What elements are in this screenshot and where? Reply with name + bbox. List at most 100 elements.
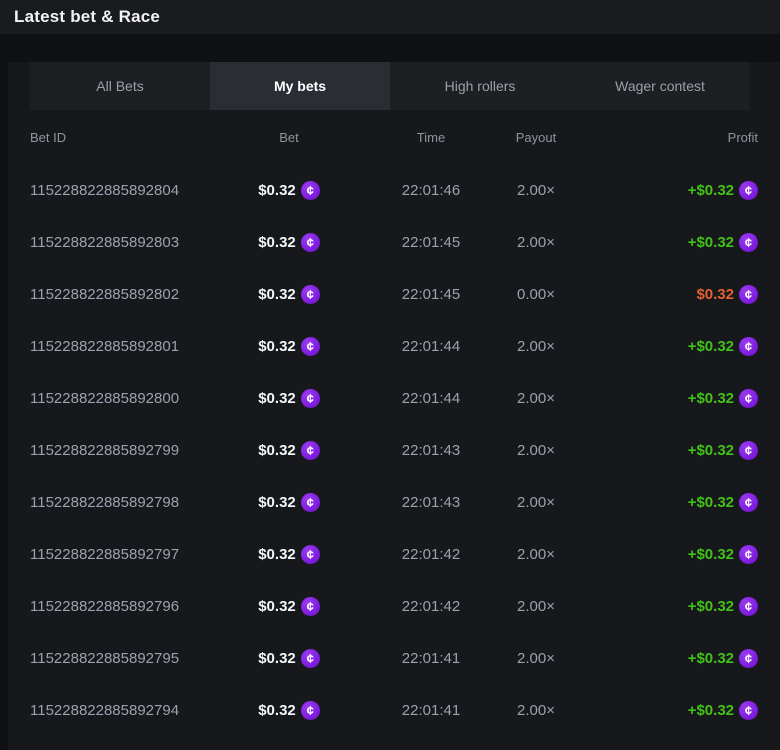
coin-icon: ¢ [739, 337, 758, 356]
profit-amount: +$0.32 [688, 234, 734, 251]
bet-id-cell: 115228822885892796 [30, 598, 210, 615]
bet-id-cell: 115228822885892801 [30, 338, 210, 355]
coin-icon: ¢ [739, 441, 758, 460]
payout-cell: 2.00× [494, 234, 578, 251]
bet-amount: $0.32 [258, 650, 296, 667]
profit-cell: +$0.32 ¢ [578, 441, 758, 460]
coin-icon: ¢ [301, 441, 320, 460]
bet-amount: $0.32 [258, 442, 296, 459]
bet-cell: $0.32 ¢ [210, 649, 368, 668]
table-row: 115228822885892800$0.32¢22:01:442.00×+$0… [8, 372, 780, 424]
bet-amount: $0.32 [258, 338, 296, 355]
time-cell: 22:01:41 [368, 650, 494, 667]
profit-amount: +$0.32 [688, 650, 734, 667]
time-cell: 22:01:42 [368, 546, 494, 563]
bet-cell: $0.32 ¢ [210, 597, 368, 616]
profit-amount: +$0.32 [688, 598, 734, 615]
payout-cell: 2.00× [494, 442, 578, 459]
bet-id-cell: 115228822885892800 [30, 390, 210, 407]
column-header-bet: Bet [210, 130, 368, 145]
coin-icon: ¢ [301, 649, 320, 668]
profit-cell: +$0.32 ¢ [578, 701, 758, 720]
coin-icon: ¢ [301, 285, 320, 304]
time-cell: 22:01:44 [368, 390, 494, 407]
column-header-bet-id: Bet ID [30, 130, 210, 145]
table-row: 115228822885892797$0.32¢22:01:422.00×+$0… [8, 528, 780, 580]
profit-cell: +$0.32 ¢ [578, 233, 758, 252]
coin-icon: ¢ [739, 545, 758, 564]
profit-cell: +$0.32 ¢ [578, 493, 758, 512]
column-header-profit: Profit [578, 130, 758, 145]
time-cell: 22:01:43 [368, 442, 494, 459]
coin-icon: ¢ [301, 597, 320, 616]
profit-amount: +$0.32 [688, 338, 734, 355]
bet-amount: $0.32 [258, 546, 296, 563]
column-header-payout: Payout [494, 130, 578, 145]
table-row: 115228822885892799$0.32¢22:01:432.00×+$0… [8, 424, 780, 476]
profit-cell: +$0.32 ¢ [578, 597, 758, 616]
time-cell: 22:01:45 [368, 234, 494, 251]
coin-icon: ¢ [739, 389, 758, 408]
profit-cell: +$0.32 ¢ [578, 389, 758, 408]
profit-amount: +$0.32 [688, 442, 734, 459]
bet-id-cell: 115228822885892803 [30, 234, 210, 251]
bet-id-cell: 115228822885892797 [30, 546, 210, 563]
coin-icon: ¢ [739, 233, 758, 252]
bet-cell: $0.32¢ [210, 545, 368, 564]
table-row: 115228822885892803$0.32¢22:01:452.00×+$0… [8, 216, 780, 268]
payout-cell: 2.00× [494, 546, 578, 563]
profit-amount: +$0.32 [688, 702, 734, 719]
coin-icon: ¢ [739, 649, 758, 668]
bet-cell: $0.32 ¢ [210, 493, 368, 512]
table-row: 115228822885892794$0.32¢22:01:412.00×+$0… [8, 684, 780, 736]
bet-amount: $0.32 [258, 598, 296, 615]
profit-cell: +$0.32 ¢ [578, 545, 758, 564]
tab-all-bets[interactable]: All Bets [30, 62, 210, 110]
payout-cell: 2.00× [494, 702, 578, 719]
table-row: 115228822885892802$0.32¢22:01:450.00×$0.… [8, 268, 780, 320]
tab-my-bets[interactable]: My bets [210, 62, 390, 110]
coin-icon: ¢ [739, 181, 758, 200]
profit-amount: +$0.32 [688, 182, 734, 199]
latest-bet-race-panel: All Bets My bets High rollers Wager cont… [8, 62, 780, 750]
coin-icon: ¢ [301, 337, 320, 356]
profit-amount: +$0.32 [688, 390, 734, 407]
time-cell: 22:01:43 [368, 494, 494, 511]
tab-wager-contest[interactable]: Wager contest [570, 62, 750, 110]
table-header-row: Bet ID Bet Time Payout Profit [8, 110, 780, 164]
profit-amount: $0.32 [696, 286, 734, 303]
panel-header: Latest bet & Race [0, 0, 780, 34]
profit-cell: $0.32 ¢ [578, 285, 758, 304]
column-header-time: Time [368, 130, 494, 145]
bet-table-body: 115228822885892804$0.32¢22:01:462.00×+$0… [8, 164, 780, 736]
coin-icon: ¢ [301, 233, 320, 252]
bet-amount: $0.32 [258, 286, 296, 303]
profit-amount: +$0.32 [688, 546, 734, 563]
tab-bar: All Bets My bets High rollers Wager cont… [30, 62, 750, 110]
bet-id-cell: 115228822885892798 [30, 494, 210, 511]
table-row: 115228822885892796$0.32¢22:01:422.00×+$0… [8, 580, 780, 632]
coin-icon: ¢ [739, 701, 758, 720]
coin-icon: ¢ [301, 181, 320, 200]
coin-icon: ¢ [301, 493, 320, 512]
bet-amount: $0.32 [258, 390, 296, 407]
bet-id-cell: 115228822885892799 [30, 442, 210, 459]
coin-icon: ¢ [739, 493, 758, 512]
profit-cell: +$0.32 ¢ [578, 181, 758, 200]
tab-high-rollers[interactable]: High rollers [390, 62, 570, 110]
bet-cell: $0.32 ¢ [210, 233, 368, 252]
bet-id-cell: 115228822885892794 [30, 702, 210, 719]
payout-cell: 2.00× [494, 650, 578, 667]
bet-amount: $0.32 [258, 234, 296, 251]
coin-icon: ¢ [301, 389, 320, 408]
profit-amount: +$0.32 [688, 494, 734, 511]
bet-cell: $0.32¢ [210, 181, 368, 200]
coin-icon: ¢ [739, 285, 758, 304]
bet-amount: $0.32 [258, 494, 296, 511]
bet-id-cell: 115228822885892795 [30, 650, 210, 667]
table-row: 115228822885892804$0.32¢22:01:462.00×+$0… [8, 164, 780, 216]
coin-icon: ¢ [739, 597, 758, 616]
payout-cell: 0.00× [494, 286, 578, 303]
time-cell: 22:01:41 [368, 702, 494, 719]
time-cell: 22:01:44 [368, 338, 494, 355]
